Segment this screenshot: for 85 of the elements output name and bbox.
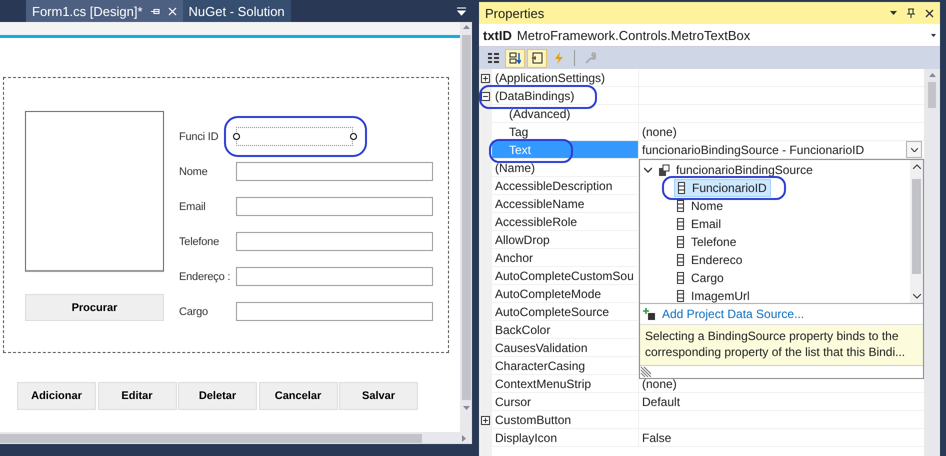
property-value: False — [642, 430, 672, 444]
property-value: funcionarioBindingSource - FuncionarioID — [642, 142, 864, 156]
dropdown-icon[interactable] — [931, 34, 936, 36]
dropdown-icon[interactable] — [890, 11, 897, 15]
property-value: Default — [642, 394, 680, 408]
field-label: Cargo — [179, 305, 208, 319]
property-value: (none) — [642, 124, 677, 138]
field-icon — [677, 272, 684, 284]
property-name[interactable]: (Advanced) — [492, 105, 639, 123]
text-field[interactable] — [236, 302, 433, 321]
property-name[interactable]: (Name) — [492, 159, 639, 177]
scroll-right-icon[interactable] — [462, 434, 466, 442]
chevron-down-icon[interactable] — [644, 166, 652, 174]
chevron-down-icon — [910, 148, 918, 152]
collapse-icon[interactable] — [481, 92, 490, 100]
tree-item[interactable]: ImagemUrl — [674, 288, 753, 304]
property-name[interactable]: CustomButton — [492, 411, 639, 429]
object-type: MetroFramework.Controls.MetroTextBox — [516, 28, 750, 42]
text-field[interactable] — [236, 197, 433, 216]
scrollbar-thumb[interactable] — [462, 35, 470, 400]
field-icon — [677, 218, 684, 230]
field-icon — [677, 236, 684, 248]
panel-title: Properties — [485, 6, 544, 20]
resize-handle[interactable] — [350, 133, 357, 140]
text-field[interactable] — [236, 267, 433, 286]
object-name: txtID — [483, 28, 512, 42]
property-name[interactable]: DisplayIcon — [492, 429, 639, 447]
form-button[interactable]: Deletar — [178, 382, 257, 410]
tree-item[interactable]: Telefone — [674, 234, 740, 250]
dropdown-icon[interactable] — [457, 7, 466, 16]
add-database-icon — [643, 308, 656, 320]
text-field[interactable] — [236, 162, 433, 181]
field-label: Funci ID — [179, 130, 218, 144]
form-button[interactable]: Adicionar — [17, 382, 96, 410]
tree-item[interactable]: Cargo — [674, 270, 727, 286]
resize-handle[interactable] — [233, 133, 240, 140]
expand-icon[interactable] — [481, 74, 490, 82]
field-icon — [678, 182, 685, 194]
field-icon — [677, 200, 684, 212]
pin-icon[interactable] — [907, 8, 915, 18]
sort-icon — [509, 52, 521, 64]
text-field[interactable] — [236, 232, 433, 251]
form-button[interactable]: Editar — [98, 382, 176, 410]
text-field[interactable] — [236, 127, 353, 146]
tree-item[interactable]: FuncionarioID — [674, 179, 771, 197]
property-value: (none) — [642, 376, 677, 390]
close-icon[interactable] — [925, 8, 934, 18]
field-label: Telefone — [179, 235, 219, 249]
tree-item[interactable]: Endereco — [674, 252, 746, 268]
resize-grip-icon[interactable] — [640, 366, 652, 377]
sort-button[interactable] — [505, 48, 525, 68]
lightning-icon — [553, 52, 565, 64]
expand-icon[interactable] — [481, 416, 490, 424]
properties-icon — [531, 52, 543, 64]
form-button[interactable]: Cancelar — [258, 382, 338, 410]
document-tab[interactable]: NuGet - Solution — [182, 0, 291, 22]
tree-item[interactable]: funcionarioBindingSource — [640, 161, 910, 179]
field-label: Endereço : — [179, 270, 230, 284]
field-label: Nome — [179, 165, 208, 179]
tree-item[interactable]: Nome — [674, 198, 726, 214]
chevron-up-icon[interactable] — [912, 164, 920, 169]
properties-button[interactable] — [527, 48, 547, 68]
scrollbar-thumb[interactable] — [928, 82, 936, 108]
form-button[interactable]: Salvar — [339, 382, 418, 410]
scrollbar-thumb[interactable] — [0, 434, 422, 442]
categorized-icon — [487, 52, 499, 64]
scroll-up-icon[interactable] — [462, 25, 470, 29]
field-label: Email — [179, 200, 206, 214]
property-name[interactable]: (DataBindings) — [492, 87, 639, 105]
scrollbar-thumb[interactable] — [912, 179, 921, 274]
property-name[interactable]: ContextMenuStrip — [492, 375, 639, 393]
property-name[interactable]: (ApplicationSettings) — [492, 69, 639, 87]
wrench-icon — [584, 52, 596, 64]
field-icon — [677, 254, 684, 266]
field-icon — [677, 290, 684, 302]
add-data-source-link[interactable]: Add Project Data Source... — [662, 307, 804, 321]
property-name[interactable]: Cursor — [492, 393, 639, 411]
database-icon — [658, 164, 670, 176]
tree-item[interactable]: Email — [674, 216, 724, 232]
scroll-up-icon[interactable] — [928, 73, 936, 77]
chevron-down-icon[interactable] — [912, 294, 920, 299]
scroll-down-icon[interactable] — [462, 406, 470, 410]
dropdown-button[interactable] — [906, 141, 922, 158]
search-button[interactable]: Procurar — [25, 294, 164, 321]
description-text: Selecting a BindingSource property binds to the corresponding property of the list that this Bindi... — [640, 324, 923, 365]
